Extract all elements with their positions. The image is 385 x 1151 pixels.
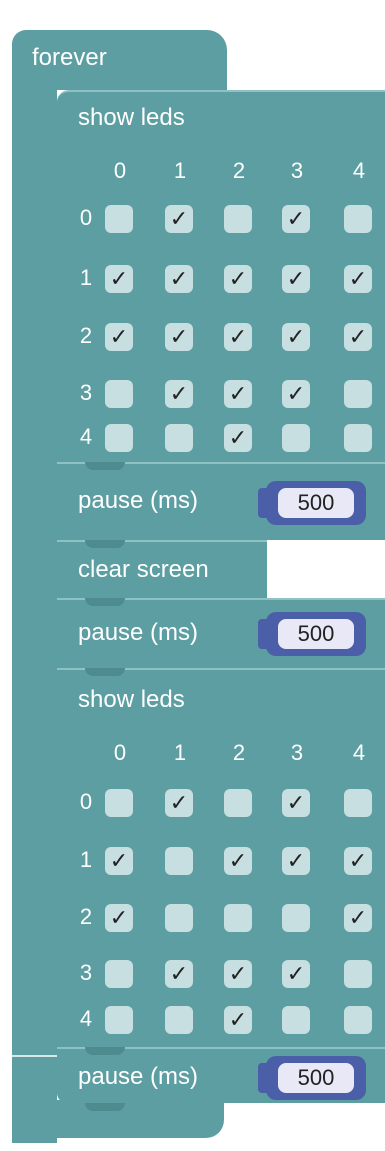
clear-screen-label: clear screen bbox=[78, 556, 209, 583]
row-header-3: 3 bbox=[79, 380, 93, 405]
led-cell[interactable] bbox=[165, 904, 193, 932]
led-cell[interactable]: ✓ bbox=[105, 847, 133, 875]
row-header-3: 3 bbox=[79, 960, 93, 985]
pause-ms-input-2[interactable]: 500 bbox=[278, 619, 354, 649]
led-cell[interactable]: ✓ bbox=[224, 323, 252, 351]
led-cell[interactable]: ✓ bbox=[224, 380, 252, 408]
led-cell[interactable]: ✓ bbox=[105, 323, 133, 351]
led-cell[interactable]: ✓ bbox=[105, 265, 133, 293]
led-cell[interactable] bbox=[105, 205, 133, 233]
led-cell[interactable] bbox=[344, 424, 372, 452]
led-cell[interactable]: ✓ bbox=[344, 904, 372, 932]
led-cell[interactable] bbox=[165, 424, 193, 452]
block-connector-notch bbox=[85, 462, 125, 470]
led-cell[interactable]: ✓ bbox=[165, 960, 193, 988]
led-cell[interactable] bbox=[165, 847, 193, 875]
led-cell[interactable]: ✓ bbox=[344, 847, 372, 875]
led-cell[interactable] bbox=[224, 205, 252, 233]
led-cell[interactable] bbox=[282, 904, 310, 932]
col-header-4: 4 bbox=[352, 158, 366, 183]
led-cell[interactable] bbox=[344, 960, 372, 988]
block-connector-notch bbox=[85, 668, 125, 676]
led-cell[interactable]: ✓ bbox=[344, 323, 372, 351]
led-cell[interactable] bbox=[105, 789, 133, 817]
led-cell[interactable]: ✓ bbox=[224, 265, 252, 293]
show-leds-label-1: show leds bbox=[78, 104, 185, 131]
led-cell[interactable]: ✓ bbox=[282, 380, 310, 408]
col-header-3: 3 bbox=[290, 158, 304, 183]
col-header-2: 2 bbox=[232, 158, 246, 183]
led-cell[interactable] bbox=[105, 1006, 133, 1034]
led-cell[interactable]: ✓ bbox=[224, 424, 252, 452]
led-cell[interactable] bbox=[105, 424, 133, 452]
led-cell[interactable] bbox=[282, 1006, 310, 1034]
led-cell[interactable]: ✓ bbox=[165, 380, 193, 408]
led-cell[interactable]: ✓ bbox=[344, 265, 372, 293]
led-cell[interactable] bbox=[282, 424, 310, 452]
led-cell[interactable]: ✓ bbox=[282, 789, 310, 817]
show-leds-label-2: show leds bbox=[78, 686, 185, 713]
led-cell[interactable]: ✓ bbox=[165, 265, 193, 293]
row-header-0: 0 bbox=[79, 789, 93, 814]
forever-inner-edge bbox=[12, 1055, 57, 1057]
led-cell[interactable] bbox=[105, 380, 133, 408]
forever-label: forever bbox=[32, 44, 107, 71]
led-cell[interactable]: ✓ bbox=[224, 960, 252, 988]
led-cell[interactable]: ✓ bbox=[224, 1006, 252, 1034]
led-cell[interactable] bbox=[105, 960, 133, 988]
led-cell[interactable]: ✓ bbox=[165, 205, 193, 233]
led-cell[interactable] bbox=[224, 789, 252, 817]
row-header-1: 1 bbox=[79, 847, 93, 872]
led-cell[interactable]: ✓ bbox=[282, 960, 310, 988]
row-header-4: 4 bbox=[79, 1006, 93, 1031]
col-header-4: 4 bbox=[352, 740, 366, 765]
led-cell[interactable] bbox=[165, 1006, 193, 1034]
led-cell[interactable] bbox=[224, 904, 252, 932]
led-cell[interactable] bbox=[344, 380, 372, 408]
col-header-3: 3 bbox=[290, 740, 304, 765]
row-header-2: 2 bbox=[79, 323, 93, 348]
led-cell[interactable]: ✓ bbox=[282, 265, 310, 293]
led-cell[interactable] bbox=[344, 789, 372, 817]
col-header-0: 0 bbox=[113, 158, 127, 183]
pause-ms-input-1[interactable]: 500 bbox=[278, 488, 354, 518]
pause-label-1: pause (ms) bbox=[78, 487, 199, 514]
pause-ms-input-3[interactable]: 500 bbox=[278, 1063, 354, 1093]
col-header-1: 1 bbox=[173, 740, 187, 765]
led-cell[interactable]: ✓ bbox=[165, 323, 193, 351]
led-cell[interactable]: ✓ bbox=[105, 904, 133, 932]
block-connector-notch bbox=[85, 1103, 125, 1111]
led-cell[interactable]: ✓ bbox=[224, 847, 252, 875]
col-header-0: 0 bbox=[113, 740, 127, 765]
led-cell[interactable]: ✓ bbox=[282, 205, 310, 233]
block-connector-notch bbox=[85, 598, 125, 606]
row-header-1: 1 bbox=[79, 265, 93, 290]
row-header-4: 4 bbox=[79, 424, 93, 449]
block-connector-notch bbox=[85, 540, 125, 548]
block-connector-notch bbox=[85, 1047, 125, 1055]
row-header-0: 0 bbox=[79, 205, 93, 230]
forever-block-side bbox=[12, 88, 57, 1143]
led-cell[interactable]: ✓ bbox=[282, 323, 310, 351]
pause-label-2: pause (ms) bbox=[78, 619, 199, 646]
col-header-2: 2 bbox=[232, 740, 246, 765]
led-cell[interactable]: ✓ bbox=[165, 789, 193, 817]
pause-label-3: pause (ms) bbox=[78, 1063, 199, 1090]
led-cell[interactable]: ✓ bbox=[282, 847, 310, 875]
led-cell[interactable] bbox=[344, 205, 372, 233]
col-header-1: 1 bbox=[173, 158, 187, 183]
row-header-2: 2 bbox=[79, 904, 93, 929]
led-cell[interactable] bbox=[344, 1006, 372, 1034]
